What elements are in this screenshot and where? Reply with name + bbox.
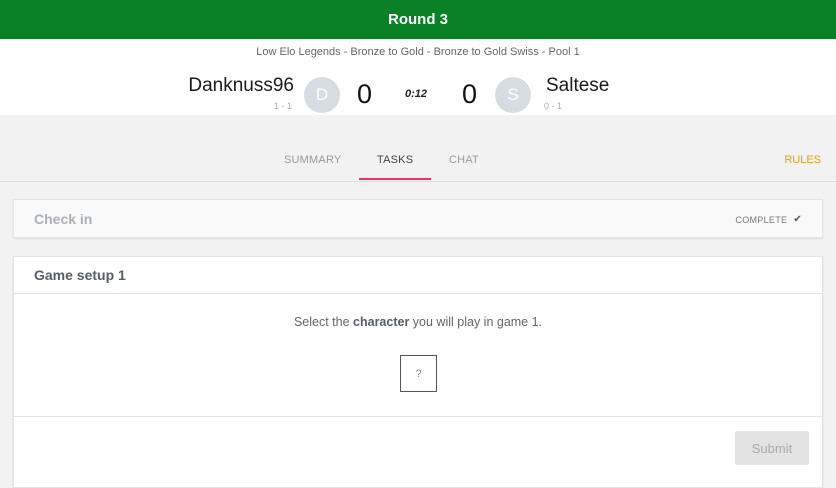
- submit-button[interactable]: Submit: [735, 431, 809, 465]
- match-timer: 0:12: [405, 88, 428, 100]
- player1-avatar: D: [304, 77, 340, 113]
- instruction-bold: character: [353, 315, 410, 329]
- game-setup-header: Game setup 1: [14, 257, 822, 294]
- round-title: Round 3: [388, 11, 448, 28]
- character-instruction: Select the character you will play in ga…: [14, 315, 822, 329]
- game-setup-title: Game setup 1: [34, 267, 126, 283]
- rules-link[interactable]: RULES: [784, 154, 821, 166]
- checkmark-icon: ✔: [793, 214, 802, 225]
- instruction-pre: Select the: [293, 315, 354, 329]
- tab-tasks[interactable]: TASKS: [377, 154, 413, 166]
- player1-name: Danknuss96: [188, 75, 294, 96]
- checkin-card[interactable]: Check in COMPLETE ✔: [13, 199, 823, 238]
- instruction-post: you will play in game 1.: [409, 315, 543, 329]
- player1: Danknuss96 1 - 1: [188, 75, 294, 111]
- player2-score: 0: [462, 79, 478, 109]
- player2-record: 0 - 1: [544, 101, 563, 111]
- tab-chat[interactable]: CHAT: [449, 154, 479, 166]
- player2: Saltese 0 - 1: [544, 75, 610, 111]
- checkin-title: Check in: [34, 211, 93, 227]
- player2-avatar: S: [495, 77, 531, 113]
- character-picker-button[interactable]: ?: [400, 355, 437, 392]
- tab-bar: SUMMARY TASKS CHAT RULES: [0, 116, 836, 182]
- active-tab-indicator: [359, 178, 431, 180]
- match-header: Low Elo Legends - Bronze to Gold - Bronz…: [0, 39, 836, 115]
- game-setup-card: Game setup 1 Select the character you wi…: [13, 256, 823, 488]
- event-name: Low Elo Legends - Bronze to Gold - Bronz…: [256, 46, 580, 58]
- player1-score: 0: [357, 79, 373, 109]
- checkin-status: COMPLETE ✔: [735, 214, 802, 225]
- game-setup-divider: [14, 416, 822, 417]
- round-header: Round 3: [0, 0, 836, 39]
- player2-name: Saltese: [546, 75, 610, 96]
- player1-record: 1 - 1: [273, 101, 292, 111]
- tab-summary[interactable]: SUMMARY: [284, 154, 341, 166]
- checkin-status-label: COMPLETE: [735, 214, 788, 225]
